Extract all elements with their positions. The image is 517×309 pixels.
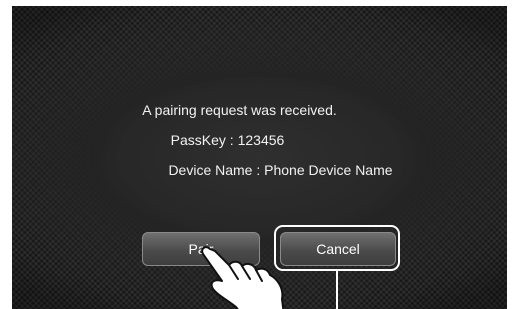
callout-line <box>336 271 338 309</box>
pointing-hand-icon <box>201 246 285 309</box>
device-name-text: Device Name : Phone Device Name <box>168 162 393 178</box>
pairing-message: A pairing request was received. <box>142 102 337 118</box>
cancel-highlight-frame <box>274 225 400 271</box>
passkey-text: PassKey : 123456 <box>170 132 285 148</box>
pairing-screen: A pairing request was received. PassKey … <box>12 6 507 309</box>
